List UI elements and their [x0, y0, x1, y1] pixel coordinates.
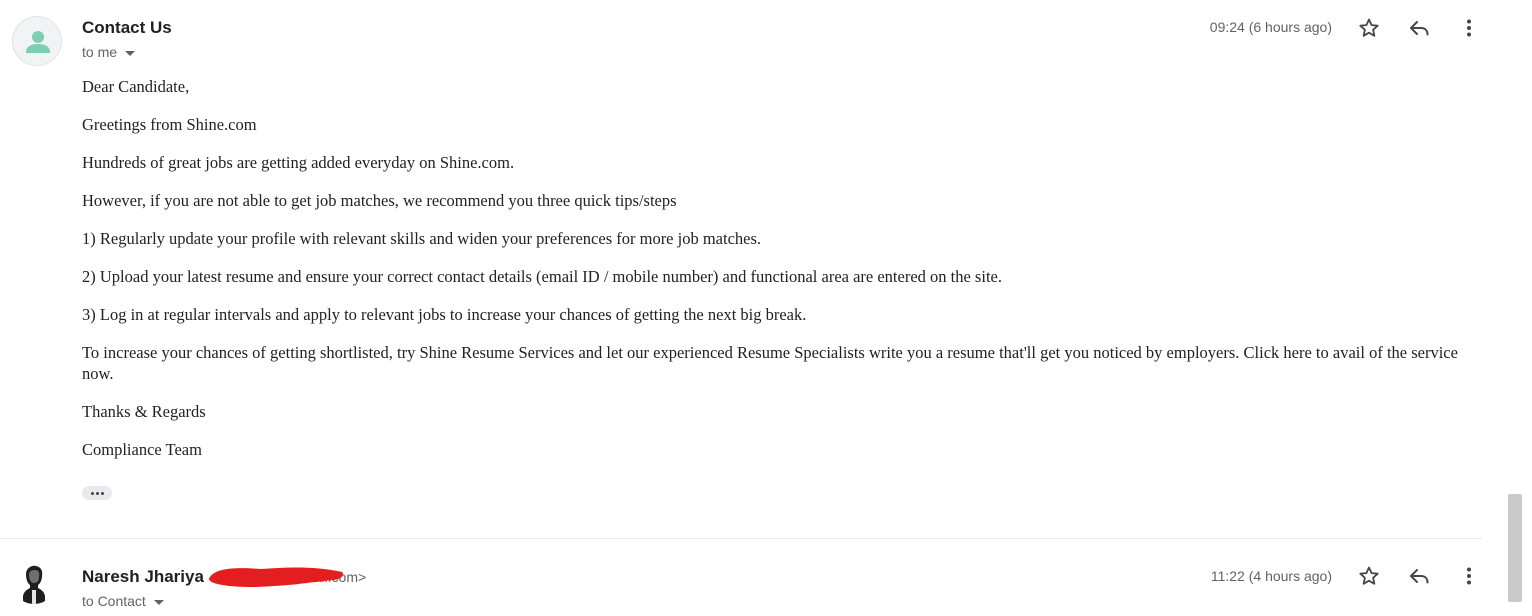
message-body: Dear Candidate, Greetings from Shine.com…	[82, 76, 1472, 460]
body-paragraph: 2) Upload your latest resume and ensure …	[82, 267, 1002, 286]
reply-button[interactable]	[1405, 562, 1433, 590]
sender-avatar-photo[interactable]	[12, 560, 56, 604]
trimmed-content-icon	[90, 491, 94, 495]
star-button[interactable]	[1355, 14, 1383, 42]
more-vert-icon	[1467, 567, 1471, 585]
sender-avatar[interactable]	[12, 16, 62, 66]
more-options-button[interactable]	[1455, 562, 1483, 590]
message-time: 11:22 (4 hours ago)	[1210, 568, 1332, 584]
more-options-button[interactable]	[1455, 14, 1483, 42]
show-trimmed-content-button[interactable]	[82, 486, 112, 500]
redaction-mark	[209, 567, 344, 587]
star-icon	[1359, 566, 1379, 585]
portrait-icon	[12, 560, 56, 604]
scrollbar-thumb[interactable]	[1508, 494, 1522, 602]
body-paragraph: 1) Regularly update your profile with re…	[82, 229, 762, 248]
message-time: 09:24 (6 hours ago)	[1209, 19, 1332, 35]
sender-name[interactable]: Contact Us	[82, 18, 172, 38]
sender-name[interactable]: Naresh Jhariya	[82, 567, 204, 587]
body-paragraph: 3) Log in at regular intervals and apply…	[82, 305, 807, 324]
message-divider	[0, 538, 1482, 539]
body-paragraph: Hundreds of great jobs are getting added…	[82, 153, 515, 172]
recipient-label: to me	[82, 44, 118, 60]
reply-button[interactable]	[1405, 14, 1433, 42]
email-thread: Contact Us to me 09:24 (6 hours ago) Dea…	[0, 0, 1482, 616]
body-paragraph: To increase your chances of getting shor…	[82, 343, 1458, 383]
reply-icon	[1410, 569, 1429, 584]
recipient-details[interactable]: to me	[82, 44, 136, 60]
recipient-details[interactable]: to Contact	[82, 593, 164, 609]
body-paragraph: Dear Candidate,	[82, 77, 190, 96]
more-vert-icon	[1467, 19, 1471, 37]
body-paragraph: However, if you are not able to get job …	[82, 191, 677, 210]
chevron-down-icon[interactable]	[125, 50, 136, 56]
person-icon	[26, 31, 50, 53]
star-button[interactable]	[1355, 562, 1383, 590]
body-paragraph: Thanks & Regards	[82, 402, 206, 421]
chevron-down-icon[interactable]	[153, 599, 164, 605]
body-paragraph: Compliance Team	[82, 440, 202, 459]
star-icon	[1359, 18, 1379, 37]
recipient-label: to Contact	[82, 593, 146, 609]
reply-icon	[1410, 21, 1429, 36]
body-paragraph: Greetings from Shine.com	[82, 115, 257, 134]
